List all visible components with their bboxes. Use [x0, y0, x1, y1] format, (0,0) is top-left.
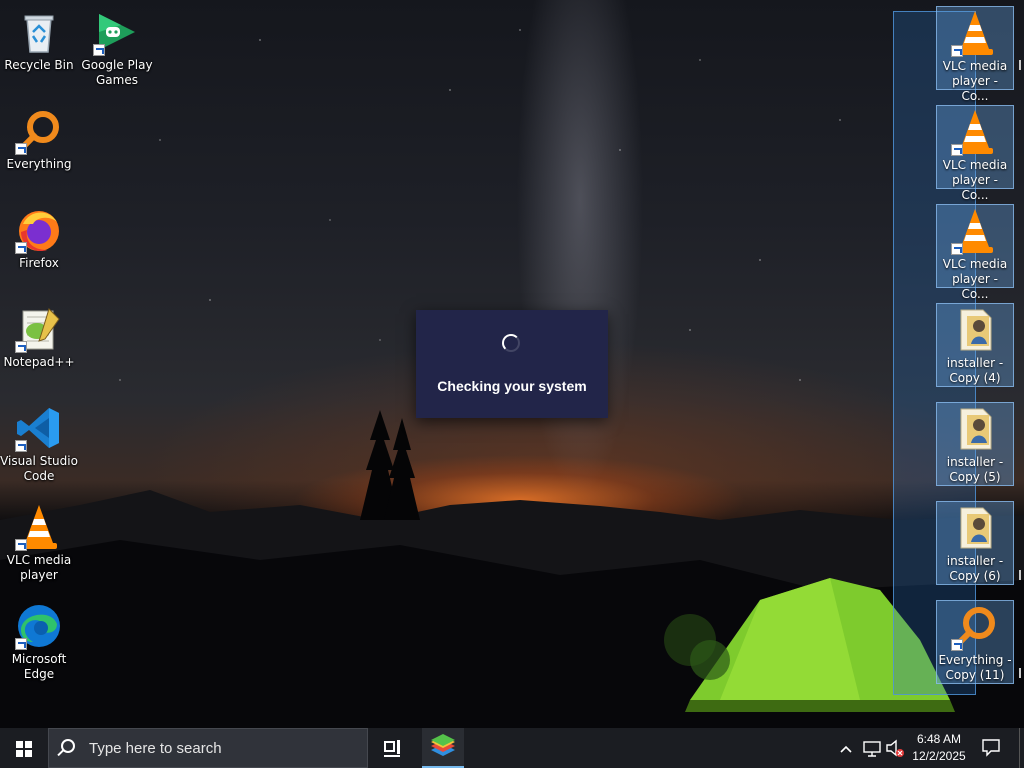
task-view-button[interactable] [372, 728, 412, 768]
desktop-icon-firefox[interactable]: Firefox [0, 206, 78, 271]
clock-date: 12/2/2025 [912, 749, 966, 763]
desktop-icon-everything[interactable]: Everything [0, 107, 78, 172]
desktop-icon-installer-copy-5[interactable]: installer - Copy (5) [936, 402, 1014, 486]
desktop-icon-microsoft-edge[interactable]: Microsoft Edge [0, 602, 78, 682]
desktop-icon-installer-copy-6[interactable]: installer - Copy (6) [936, 501, 1014, 585]
task-view-icon [384, 741, 395, 752]
desktop-icon-vlc-copy-3[interactable]: VLC media player - Co... [936, 204, 1014, 301]
everything-search-icon [15, 107, 63, 155]
desktop-icon-visual-studio-code[interactable]: Visual Studio Code [0, 404, 78, 484]
desktop-icon-label: installer - Copy (4) [946, 356, 1004, 385]
desktop-icon-label: VLC media player - Co... [942, 59, 1008, 103]
shortcut-arrow-icon [15, 242, 27, 254]
edge-icon [15, 602, 63, 650]
offscreen-icon-edge [1019, 60, 1024, 70]
clock-time: 6:48 AM [916, 732, 962, 746]
windows-logo-icon [16, 741, 32, 757]
network-icon[interactable] [862, 728, 882, 768]
taskbar-search-box[interactable]: Type here to search [48, 728, 368, 768]
task-view-icon-part [384, 755, 400, 757]
shortcut-arrow-icon [951, 639, 963, 651]
desktop-icon-notepad-plus-plus[interactable]: Notepad++ [0, 305, 78, 370]
taskbar-clock[interactable]: 6:48 AM 12/2/2025 [906, 731, 972, 765]
checking-system-dialog: Checking your system [416, 310, 608, 418]
vlc-icon [15, 503, 63, 551]
desktop-icon-label: installer - Copy (5) [946, 455, 1004, 484]
desktop-icon-label: Recycle Bin [4, 58, 74, 72]
notepad-plus-plus-icon [15, 305, 63, 353]
show-desktop-button[interactable] [1019, 728, 1024, 768]
desktop-icon-label: Notepad++ [3, 355, 75, 369]
desktop-icon-everything-copy-11[interactable]: Everything - Copy (11) [936, 600, 1014, 684]
google-play-games-icon [93, 8, 141, 56]
bluestacks-icon [431, 734, 455, 756]
shortcut-arrow-icon [93, 44, 105, 56]
installer-icon [951, 306, 999, 354]
offscreen-icon-edge [1019, 570, 1024, 580]
desktop-icon-label: VLC media player - Co... [942, 158, 1008, 202]
desktop-icon-installer-copy-4[interactable]: installer - Copy (4) [936, 303, 1014, 387]
show-hidden-icons-chevron-icon[interactable] [838, 728, 854, 768]
desktop-icon-label: Microsoft Edge [11, 652, 67, 681]
desktop-icon-label: Google Play Games [81, 58, 153, 87]
loading-spinner-icon [502, 334, 520, 352]
offscreen-icon-edge [1019, 668, 1024, 678]
notification-center-icon[interactable] [980, 736, 1002, 758]
task-view-icon-part [397, 740, 400, 754]
desktop-icon-label: Visual Studio Code [0, 454, 78, 483]
shortcut-arrow-icon [951, 243, 963, 255]
desktop-icon-google-play-games[interactable]: Google Play Games [78, 8, 156, 88]
desktop-icon-label: Everything - Copy (11) [938, 653, 1012, 682]
shortcut-arrow-icon [15, 143, 27, 155]
everything-search-icon [951, 603, 999, 651]
shortcut-arrow-icon [15, 341, 27, 353]
taskbar: Type here to search 6:48 AM 12/2/2025 [0, 728, 1024, 768]
vlc-icon [951, 207, 999, 255]
search-icon [61, 739, 75, 753]
desktop-icon-label: Everything [6, 157, 72, 171]
shortcut-arrow-icon [951, 144, 963, 156]
shortcut-arrow-icon [15, 539, 27, 551]
shortcut-arrow-icon [15, 440, 27, 452]
installer-icon [951, 405, 999, 453]
shortcut-arrow-icon [15, 638, 27, 650]
desktop-icon-vlc-copy-1[interactable]: VLC media player - Co... [936, 6, 1014, 103]
start-button[interactable] [0, 728, 48, 768]
firefox-icon [15, 206, 63, 254]
search-placeholder: Type here to search [89, 740, 222, 757]
desktop-icon-label: VLC media player [6, 553, 72, 582]
dialog-message: Checking your system [437, 378, 587, 394]
vlc-icon [951, 108, 999, 156]
vlc-icon [951, 9, 999, 57]
vscode-icon [15, 404, 63, 452]
desktop-icon-vlc-copy-2[interactable]: VLC media player - Co... [936, 105, 1014, 202]
taskbar-app-bluestacks[interactable] [422, 728, 464, 768]
desktop-icon-vlc-media-player[interactable]: VLC media player [0, 503, 78, 583]
desktop-icon-label: installer - Copy (6) [946, 554, 1004, 583]
recycle-bin-icon [15, 8, 63, 56]
shortcut-arrow-icon [951, 45, 963, 57]
installer-icon [951, 504, 999, 552]
desktop-icon-recycle-bin[interactable]: Recycle Bin [0, 8, 78, 73]
desktop-icon-label: VLC media player - Co... [942, 257, 1008, 301]
desktop-icon-label: Firefox [19, 256, 59, 270]
volume-muted-icon[interactable] [884, 728, 906, 768]
